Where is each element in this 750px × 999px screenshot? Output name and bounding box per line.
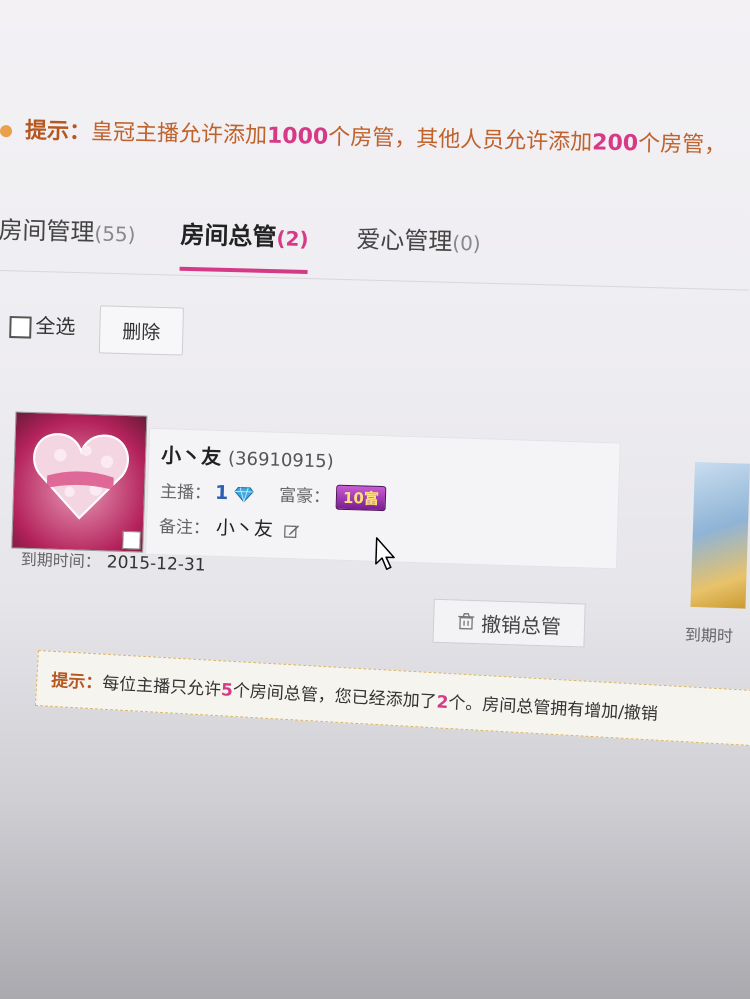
- trash-icon: [458, 613, 475, 630]
- rich-level-badge: 10富: [335, 484, 387, 512]
- anchor-label: 主播：: [159, 482, 212, 504]
- avatar-image: [690, 462, 750, 609]
- edit-icon[interactable]: [284, 523, 300, 539]
- checkbox-box[interactable]: [9, 315, 32, 339]
- delete-button[interactable]: 删除: [98, 305, 184, 356]
- top-tip-text-3: 个房管，: [637, 131, 727, 159]
- tab-room-management[interactable]: 房间管理(55): [0, 210, 136, 249]
- expiry-label: 到期时间：: [20, 549, 102, 572]
- tab-divider: [0, 269, 750, 291]
- love-heart-icon: [33, 433, 129, 520]
- top-tip-num-2: 200: [591, 130, 639, 157]
- top-tip: 提示：皇冠主播允许添加1000个房管，其他人员允许添加200个房管，: [0, 112, 750, 168]
- tab-count: (55): [94, 221, 136, 247]
- tab-love-management[interactable]: 爱心管理(0): [356, 219, 481, 257]
- next-card-avatar[interactable]: [690, 462, 750, 614]
- diamond-icon: [234, 487, 254, 504]
- tab-room-supervisor[interactable]: 房间总管(2): [180, 215, 309, 253]
- active-tab-indicator: [179, 266, 308, 275]
- bottom-tip-text-3: 个。房间总管拥有增加/撤销: [447, 693, 659, 725]
- remark-row: 备注： 小丶友: [159, 511, 301, 542]
- bottom-tip-text-1: 每位主播只允许: [101, 673, 222, 701]
- tab-count: (0): [452, 230, 481, 256]
- top-tip-text-1: 皇冠主播允许添加: [90, 119, 268, 149]
- tab-label: 房间管理: [0, 215, 95, 247]
- screen: 提示：皇冠主播允许添加1000个房管，其他人员允许添加200个房管， 房间管理(…: [0, 0, 750, 999]
- rich-label: 富豪：: [278, 485, 331, 508]
- user-name: 小丶友: [160, 443, 222, 469]
- expiry: 到期时间： 2015-12-31: [21, 546, 206, 576]
- remark-value: 小丶友: [215, 516, 274, 541]
- top-tip-text-2: 个房管，其他人员允许添加: [327, 124, 593, 156]
- level-row: 主播： 1 富豪： 10富: [159, 477, 387, 512]
- supervisor-card: 小丶友 (36910915) 主播： 1 富豪： 10富 备注： 小丶友 到期时…: [0, 395, 650, 675]
- tab-label: 爱心管理: [356, 225, 453, 256]
- bottom-tip-label: 提示：: [50, 670, 103, 694]
- tab-count: (2): [276, 226, 309, 252]
- user-id: (36910915): [227, 448, 335, 473]
- tab-bar: 房间管理(55) 房间总管(2) 爱心管理(0): [0, 210, 750, 310]
- avatar-checkbox[interactable]: [122, 530, 141, 550]
- next-card-expiry-label: 到期时: [684, 625, 734, 646]
- anchor-level: 1: [214, 481, 229, 505]
- user-name-row: 小丶友 (36910915): [161, 439, 334, 473]
- revoke-supervisor-button[interactable]: 撤销总管: [432, 598, 586, 648]
- top-tip-label: 提示：: [24, 118, 92, 145]
- expiry-value: 2015-12-31: [106, 552, 206, 576]
- select-all-label: 全选: [35, 313, 76, 339]
- user-info: 小丶友 (36910915) 主播： 1 富豪： 10富 备注： 小丶友: [145, 427, 621, 570]
- top-tip-num-1: 1000: [266, 123, 329, 150]
- bottom-tip-text-2: 个房间总管，您已经添加了: [232, 680, 438, 713]
- tip-bullet-icon: [0, 125, 13, 138]
- avatar[interactable]: [11, 411, 148, 553]
- select-all-checkbox[interactable]: 全选: [9, 309, 76, 340]
- revoke-label: 撤销总管: [480, 611, 562, 639]
- tab-label: 房间总管: [180, 220, 277, 252]
- remark-label: 备注：: [158, 517, 211, 539]
- mouse-cursor-icon: [375, 537, 395, 570]
